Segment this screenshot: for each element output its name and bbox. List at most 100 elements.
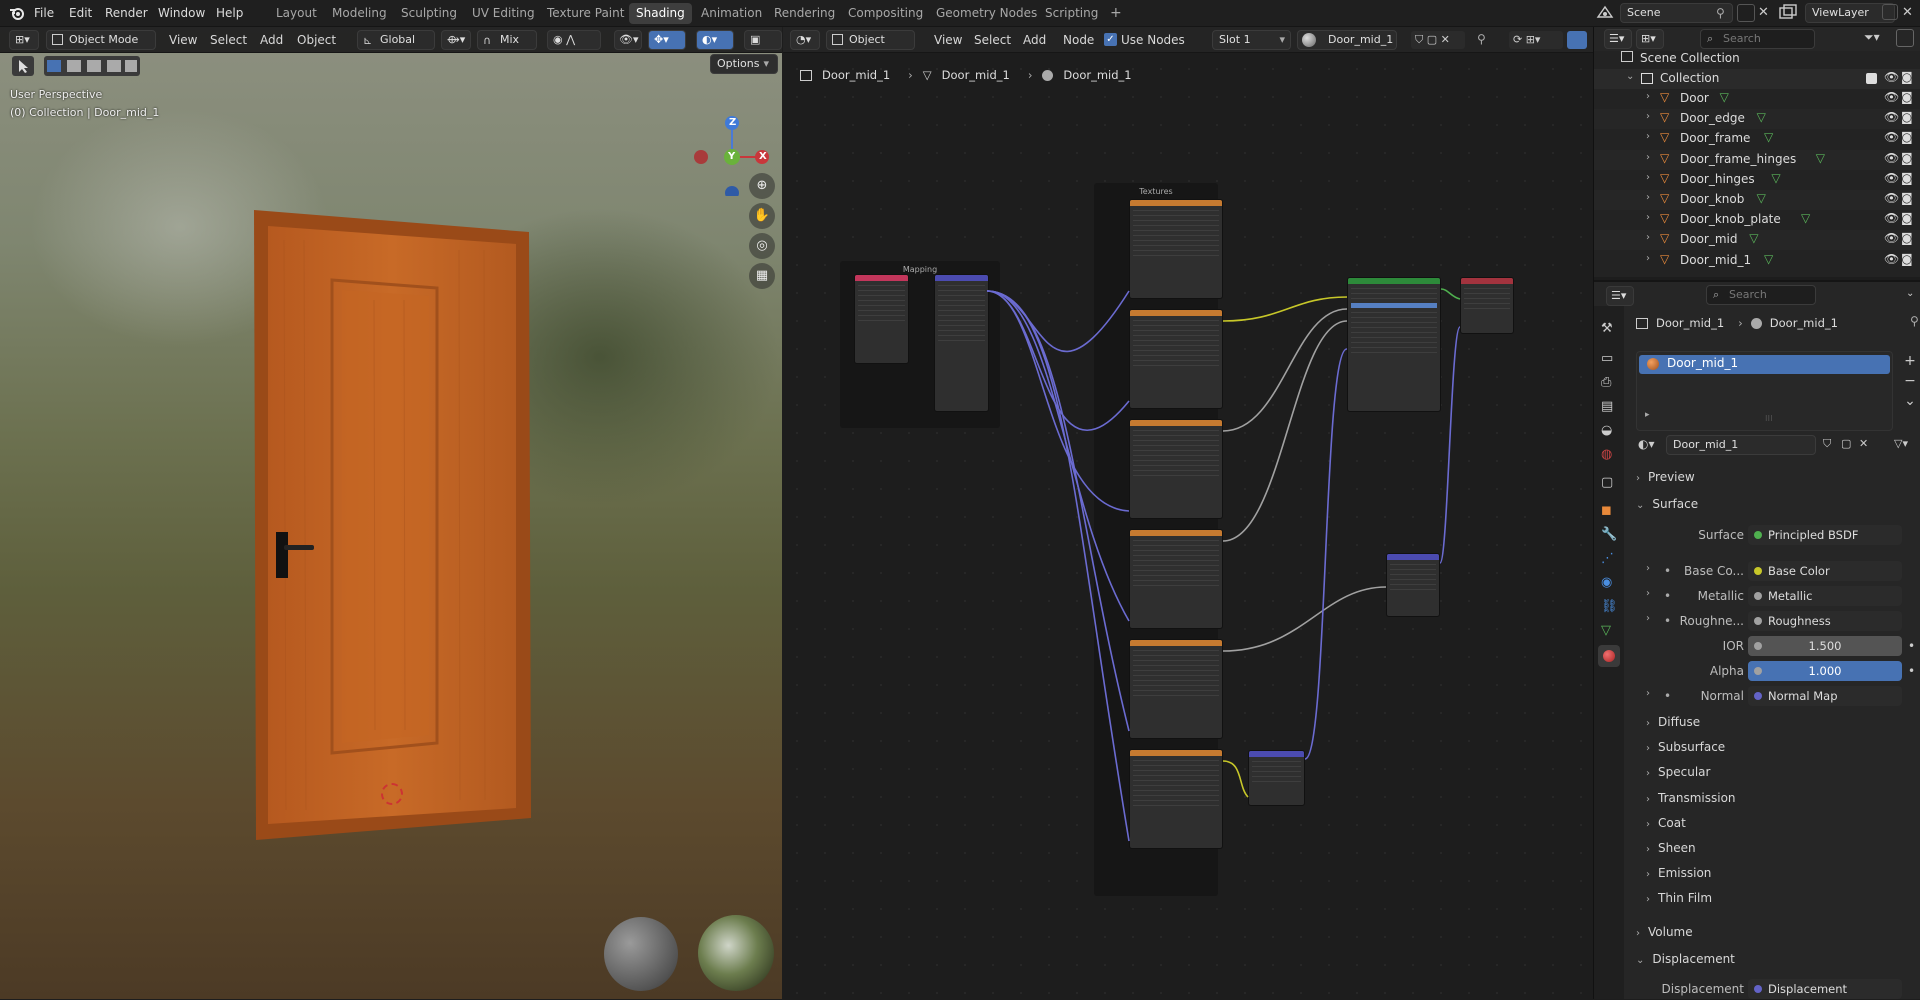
slot-expand-icon[interactable]: ▸ — [1645, 410, 1650, 420]
render-tab-icon[interactable]: ▭ — [1601, 351, 1613, 366]
particles-tab-icon[interactable]: ⋰ — [1601, 551, 1614, 566]
material-link-icon[interactable]: ▽▾ — [1894, 437, 1908, 450]
add-workspace-icon[interactable]: + — [1103, 3, 1129, 24]
ne-overlay-button[interactable] — [1567, 31, 1587, 49]
slot-resize-handle[interactable]: ⁝⁝⁝ — [1765, 414, 1773, 423]
object-camera-icon[interactable]: ◙ — [1901, 130, 1913, 144]
proportional-edit-button[interactable]: ◉ ⋀ — [547, 30, 601, 50]
new-collection-icon[interactable] — [1896, 29, 1914, 47]
object-camera-icon[interactable]: ◙ — [1901, 151, 1913, 165]
material-tab-icon[interactable] — [1598, 645, 1620, 667]
base-color-field[interactable]: Base Color — [1748, 561, 1902, 581]
outliner-scene-collection[interactable]: Scene Collection — [1594, 49, 1920, 69]
material-selector[interactable]: Door_mid_1 — [1297, 30, 1397, 50]
slot-side-buttons[interactable]: + − ⌄ — [1900, 351, 1920, 411]
menu-window[interactable]: Window — [158, 0, 205, 27]
surface-shader-field[interactable]: Principled BSDF — [1748, 525, 1902, 545]
tab-scripting[interactable]: Scripting — [1038, 3, 1105, 24]
object-eye-icon[interactable]: 👁 — [1884, 110, 1899, 124]
collection-eye-icon[interactable]: 👁 — [1884, 70, 1899, 84]
ol-editor-type-button[interactable]: ☰▾ — [1604, 29, 1632, 49]
tab-compositing[interactable]: Compositing — [841, 3, 930, 24]
menu-render[interactable]: Render — [105, 0, 148, 27]
menu-edit[interactable]: Edit — [69, 0, 92, 27]
matcap-sphere[interactable] — [604, 917, 678, 991]
outliner-collection[interactable]: ⌄ Collection 👁 ◙ — [1594, 69, 1920, 89]
props-editor-type-button[interactable]: ☰▾ — [1606, 286, 1634, 306]
material-slot-list[interactable]: Door_mid_1 ▸ ⁝⁝⁝ — [1636, 351, 1893, 431]
collection-tab-icon[interactable]: ▢ — [1601, 475, 1613, 490]
object-eye-icon[interactable]: 👁 — [1884, 231, 1899, 245]
expand-arrow-icon[interactable]: › — [1646, 152, 1650, 163]
collection-camera-icon[interactable]: ◙ — [1901, 70, 1913, 84]
outliner-object-row[interactable]: › ▽ Door_frame_hinges ▽ 👁 ◙ — [1594, 149, 1920, 170]
material-name-field[interactable]: Door_mid_1 — [1666, 435, 1816, 455]
material-duplicate-icon[interactable]: ▢ — [1841, 437, 1851, 450]
object-eye-icon[interactable]: 👁 — [1884, 191, 1899, 205]
tab-shading[interactable]: Shading — [629, 3, 692, 24]
menu-file[interactable]: File — [34, 0, 54, 27]
expand-arrow-icon[interactable]: › — [1646, 131, 1650, 142]
outliner-object-row[interactable]: › ▽ Door_mid_1 ▽ 👁 ◙ — [1594, 251, 1920, 271]
delete-scene-icon[interactable]: ✕ — [1758, 5, 1769, 20]
shader-type-selector[interactable]: Object — [826, 30, 915, 50]
select-tool-icon[interactable] — [12, 56, 34, 76]
camera-icon[interactable]: ◎ — [749, 233, 775, 259]
tab-uv-editing[interactable]: UV Editing — [465, 3, 542, 24]
material-actions[interactable]: ⛉ ▢ ✕ — [1411, 31, 1465, 49]
tab-geometry-nodes[interactable]: Geometry Nodes — [929, 3, 1044, 24]
world-tab-icon[interactable]: ◍ — [1601, 447, 1612, 462]
tab-texture-paint[interactable]: Texture Paint — [540, 3, 631, 24]
object-eye-icon[interactable]: 👁 — [1884, 90, 1899, 104]
subsection-header[interactable]: › Subsurface — [1646, 737, 1725, 759]
expand-arrow-icon[interactable]: › — [1646, 91, 1650, 102]
expand-arrow-icon[interactable]: › — [1646, 212, 1650, 223]
ne-editor-type-button[interactable]: ◔▾ — [790, 30, 820, 50]
blender-logo-icon[interactable] — [9, 6, 25, 21]
3d-cursor-icon[interactable] — [381, 783, 403, 805]
subsection-header[interactable]: › Diffuse — [1646, 712, 1700, 734]
expand-arrow-icon[interactable]: › — [1646, 232, 1650, 243]
object-eye-icon[interactable]: 👁 — [1884, 252, 1899, 266]
material-slot-selected[interactable]: Door_mid_1 — [1639, 355, 1890, 374]
ol-display-mode-button[interactable]: ⊞▾ — [1636, 29, 1664, 49]
editor-type-button[interactable]: ⊞▾ — [9, 30, 39, 50]
viewport-menu-select[interactable]: Select — [210, 30, 247, 50]
outliner-object-row[interactable]: › ▽ Door_hinges ▽ 👁 ◙ — [1594, 170, 1920, 190]
snap-mix-selector[interactable]: ∩ Mix — [477, 30, 537, 50]
visibility-button[interactable]: 👁▾ — [614, 30, 642, 50]
preview-section-header[interactable]: › Preview — [1636, 467, 1695, 489]
shader-node-editor[interactable]: Mapping Textures — [783, 27, 1593, 999]
3d-viewport[interactable]: Z Y X ⊕ ✋ ◎ ▦ — [0, 27, 782, 999]
gizmo-toggle-button[interactable]: ✥▾ — [648, 30, 686, 50]
tab-layout[interactable]: Layout — [269, 3, 324, 24]
modifier-tab-icon[interactable]: 🔧 — [1601, 527, 1617, 542]
object-camera-icon[interactable]: ◙ — [1901, 191, 1913, 205]
outliner-search[interactable]: ⌕ Search — [1700, 29, 1815, 49]
outliner-object-row[interactable]: › ▽ Door_frame ▽ 👁 ◙ — [1594, 129, 1920, 149]
subsection-header[interactable]: › Specular — [1646, 762, 1710, 784]
menu-help[interactable]: Help — [216, 0, 243, 27]
pin-icon[interactable]: ⚲ — [1716, 6, 1725, 20]
breadcrumb-mesh[interactable]: Door_mid_1 — [942, 68, 1010, 82]
object-eye-icon[interactable]: 👁 — [1884, 211, 1899, 225]
output-tab-icon[interactable]: ⎙ — [1601, 375, 1611, 390]
collection-expand-icon[interactable]: ⌄ — [1626, 71, 1634, 82]
pan-hand-icon[interactable]: ✋ — [749, 203, 775, 229]
object-eye-icon[interactable]: 👁 — [1884, 130, 1899, 144]
use-nodes-checkbox[interactable]: ✓ — [1104, 33, 1117, 46]
filter-icon[interactable]: ⏷▾ — [1864, 30, 1880, 45]
viewport-menu-object[interactable]: Object — [297, 30, 336, 50]
object-camera-icon[interactable]: ◙ — [1901, 231, 1913, 245]
tab-animation[interactable]: Animation — [694, 3, 769, 24]
physics-tab-icon[interactable]: ◉ — [1601, 575, 1612, 590]
right-scrollbar[interactable] — [1596, 27, 1601, 999]
ne-menu-add[interactable]: Add — [1023, 30, 1046, 50]
ne-menu-view[interactable]: View — [934, 30, 962, 50]
ior-field[interactable]: 1.500 — [1748, 636, 1902, 656]
grid-projection-icon[interactable]: ▦ — [749, 263, 775, 289]
tab-sculpting[interactable]: Sculpting — [394, 3, 464, 24]
collection-checkbox[interactable] — [1866, 73, 1877, 84]
object-eye-icon[interactable]: 👁 — [1884, 151, 1899, 165]
normal-field[interactable]: Normal Map — [1748, 686, 1902, 706]
